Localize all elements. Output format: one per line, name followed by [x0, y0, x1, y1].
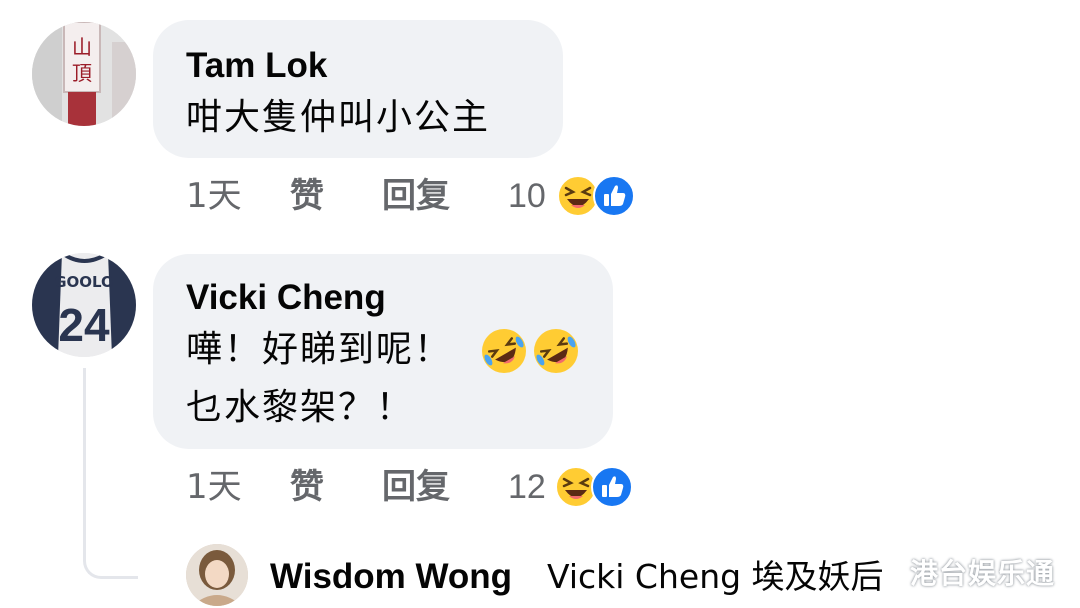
reply-avatar-image [186, 544, 248, 606]
comment-text-line-2: 乜水黎架？！ [186, 387, 415, 428]
jersey-number: 24 [58, 299, 110, 351]
reply-avatar[interactable] [186, 544, 248, 606]
comment-actions: 1天 赞 回复 10 [186, 174, 646, 218]
reply-author[interactable]: Wisdom Wong [270, 555, 512, 599]
watermark: 港台娱乐通 [910, 557, 1056, 590]
comment-actions: 1天 赞 回复 12 [186, 465, 646, 509]
like-emoji-icon[interactable] [590, 465, 634, 509]
avatar-sign-char-2: 頂 [72, 61, 92, 85]
comment-timestamp[interactable]: 1天 [186, 174, 242, 218]
avatar-sign-char-1: 山 [72, 35, 92, 59]
comment-author[interactable]: Tam Lok [186, 46, 327, 86]
like-emoji-icon[interactable] [592, 174, 636, 218]
avatar[interactable]: 山 頂 [32, 22, 136, 126]
reaction-count[interactable]: 12 [508, 465, 546, 509]
comment-text: 咁大隻仲叫小公主 [186, 97, 491, 138]
reply-button[interactable]: 回复 [382, 174, 450, 218]
avatar-image: GOOLO 24 [32, 253, 136, 357]
reply-text: Vicki Cheng 埃及妖后 [547, 557, 884, 596]
avatar[interactable]: GOOLO 24 [32, 253, 136, 357]
reaction-count[interactable]: 10 [508, 174, 546, 218]
comment-author[interactable]: Vicki Cheng [186, 278, 386, 318]
avatar-image: 山 頂 [32, 22, 136, 126]
like-button[interactable]: 赞 [290, 465, 324, 509]
reply-button[interactable]: 回复 [382, 465, 450, 509]
like-button[interactable]: 赞 [290, 174, 324, 218]
comment-timestamp[interactable]: 1天 [186, 465, 242, 509]
thread-connector [83, 368, 138, 579]
rofl-emoji-icon [482, 329, 526, 373]
jersey-name: GOOLO [54, 273, 114, 291]
rofl-emoji-icon [534, 329, 578, 373]
comment-text-line-1: 嘩！好睇到呢！ [186, 329, 453, 370]
